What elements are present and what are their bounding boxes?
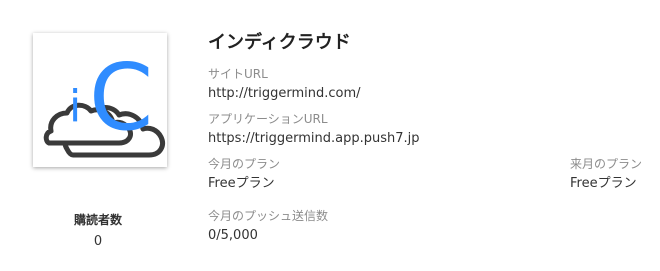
subscribers-label: 購読者数 — [73, 213, 122, 227]
current-plan-value: Freeプラン — [208, 176, 275, 191]
app-url-value[interactable]: https://triggermind.app.push7.jp — [208, 130, 648, 148]
site-url-value[interactable]: http://triggermind.com/ — [208, 85, 648, 103]
plans-row: 今月のプラン Freeプラン 来月のプラン Freeプラン — [208, 156, 648, 200]
app-url-field: アプリケーションURL https://triggermind.app.push… — [208, 111, 648, 148]
push-count-label: 今月のプッシュ送信数 — [208, 209, 329, 223]
cloud-logo-icon: i C — [43, 44, 165, 158]
subscribers-value: 0 — [93, 234, 103, 249]
current-plan-label: 今月のプラン — [208, 157, 281, 171]
next-plan-label: 来月のプラン — [570, 157, 643, 171]
app-url-label: アプリケーションURL — [208, 112, 328, 126]
push-count-field: 今月のプッシュ送信数 0/5,000 — [208, 208, 648, 245]
app-card: i C 購読者数 0 インディクラウド サイトURL http://trigge… — [0, 0, 660, 271]
subscriber-stats: 購読者数 0 — [33, 212, 163, 250]
next-plan: 来月のプラン Freeプラン — [570, 156, 642, 193]
next-plan-value: Freeプラン — [570, 176, 637, 191]
site-url-field: サイトURL http://triggermind.com/ — [208, 66, 648, 103]
app-name: インディクラウド — [208, 32, 351, 53]
site-url-label: サイトURL — [208, 67, 268, 81]
current-plan: 今月のプラン Freeプラン — [208, 156, 280, 193]
app-info: インディクラウド サイトURL http://triggermind.com/ … — [208, 30, 648, 253]
app-logo: i C — [33, 33, 167, 167]
push-count-value: 0/5,000 — [208, 228, 258, 243]
logo-letter-c: C — [89, 44, 153, 151]
logo-letter-i: i — [69, 81, 81, 132]
